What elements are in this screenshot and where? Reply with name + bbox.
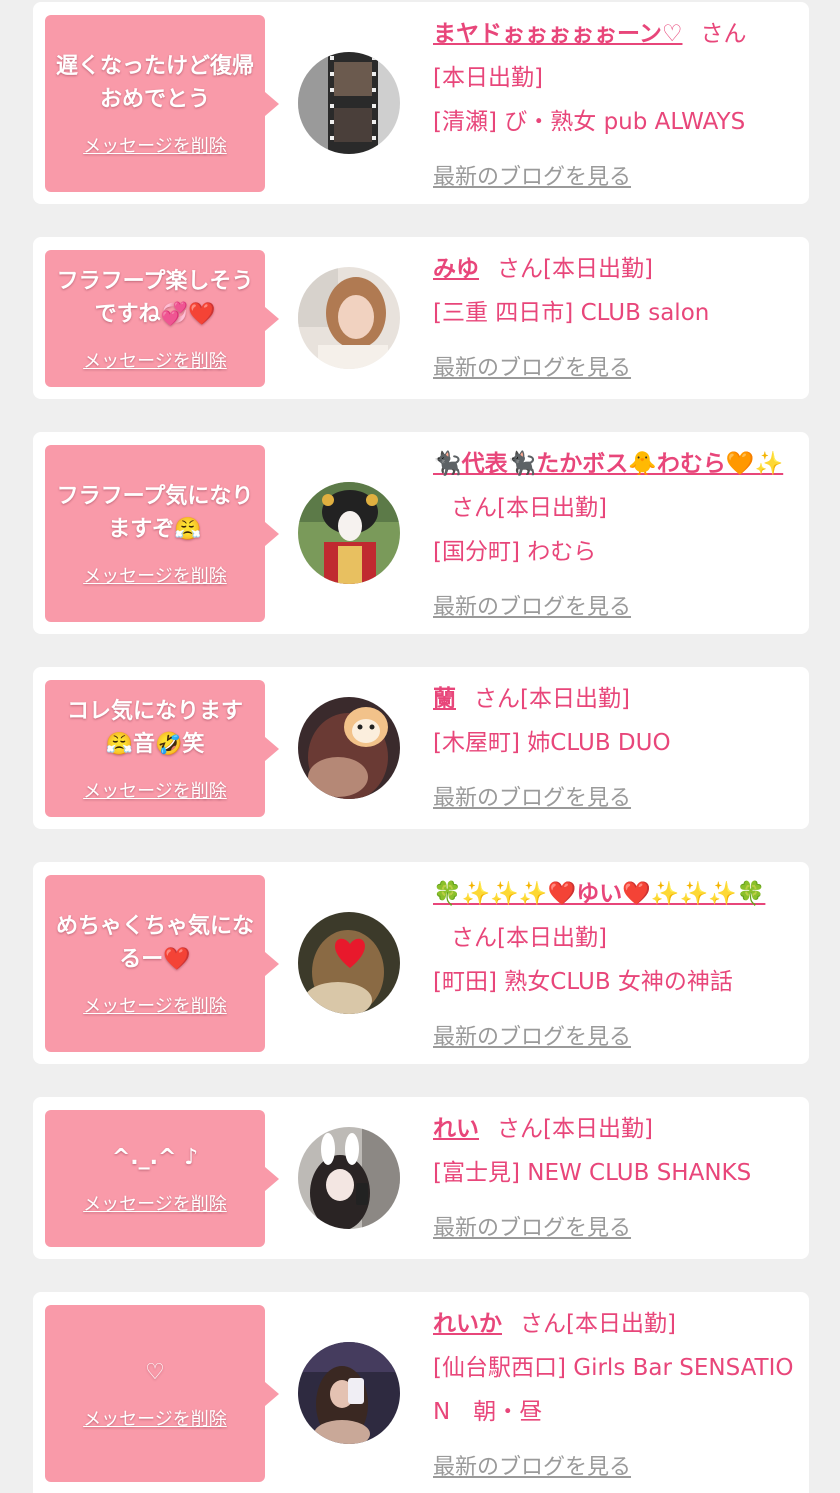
shop-text: [木屋町] 姉CLUB DUO [433,730,671,756]
avatar[interactable] [298,267,400,369]
message-card: 遅くなったけど復帰おめでとう メッセージを削除 まヤドぉぉぉぉぉーン♡ さん [… [33,2,809,204]
shop-text: [三重 四日市] CLUB salon [433,300,710,326]
cast-name-link[interactable]: 🐈‍⬛代表🐈‍⬛たかボス🐥わむら🧡✨ [433,451,783,477]
message-bubble: 遅くなったけど復帰おめでとう メッセージを削除 [45,15,279,192]
delete-message-link[interactable]: メッセージを削除 [83,1405,227,1431]
message-text: ^._.^ ♪ [111,1145,199,1170]
cast-info: みゆ さん[本日出勤] [三重 四日市] CLUB salon 最新のブログを見る [433,247,799,391]
cast-name-link[interactable]: まヤドぉぉぉぉぉーン♡ [433,21,682,47]
message-card: ^._.^ ♪ メッセージを削除 れい さん[本日出勤] [富士見] NEW CL… [33,1097,809,1259]
shop-text: [仙台駅西口] Girls Bar SENSATION 朝・昼 [433,1355,794,1425]
cast-info: 🐈‍⬛代表🐈‍⬛たかボス🐥わむら🧡✨ さん[本日出勤] [国分町] わむら 最新の… [433,442,799,630]
message-card: フラフープ気になりますぞ😤 メッセージを削除 🐈‍⬛代表🐈‍⬛たかボス🐥わむら🧡… [33,432,809,634]
message-text: フラフープ気になりますぞ😤 [56,483,254,542]
avatar[interactable] [298,482,400,584]
name-line: まヤドぉぉぉぉぉーン♡ さん [433,12,799,56]
delete-message-link[interactable]: メッセージを削除 [83,992,227,1018]
message-bubble: ^._.^ ♪ メッセージを削除 [45,1110,279,1247]
message-bubble: フラフープ楽しそうですね💞❤️ メッセージを削除 [45,250,279,387]
status-text: [本日出勤] [543,1116,653,1142]
cast-info: 🍀✨✨✨❤️ゆい❤️✨✨✨🍀 さん[本日出勤] [町田] 熟女CLUB 女神の神話… [433,872,799,1060]
status-text: [本日出勤] [566,1311,676,1337]
status-text: [本日出勤] [433,65,543,91]
avatar[interactable] [298,1342,400,1444]
name-line: 🐈‍⬛代表🐈‍⬛たかボス🐥わむら🧡✨ さん[本日出勤] [433,442,799,530]
status-text: [本日出勤] [520,686,630,712]
name-line: みゆ さん[本日出勤] [433,247,799,291]
avatar[interactable] [298,1127,400,1229]
name-line: れい さん[本日出勤] [433,1107,799,1151]
view-blog-link[interactable]: 最新のブログを見る [433,586,631,630]
name-line: 蘭さん[本日出勤] [433,677,799,721]
view-blog-link[interactable]: 最新のブログを見る [433,347,631,391]
message-card: めちゃくちゃ気になるー❤️ メッセージを削除 🍀✨✨✨❤️ゆい❤️✨✨✨🍀さん[… [33,862,809,1064]
shop-text: [国分町] わむら [433,539,597,565]
delete-message-link[interactable]: メッセージを削除 [83,562,227,588]
honorific: さん [497,1116,543,1142]
message-text: ♡ [145,1360,165,1385]
message-bubble: ♡ メッセージを削除 [45,1305,279,1482]
message-text: めちゃくちゃ気になるー❤️ [55,913,254,972]
cast-info: れい さん[本日出勤] [富士見] NEW CLUB SHANKS 最新のブログを… [433,1107,799,1251]
message-text: コレ気になります😤音🤣笑 [66,698,243,757]
shop-text: [富士見] NEW CLUB SHANKS [433,1160,752,1186]
view-blog-link[interactable]: 最新のブログを見る [433,156,631,200]
cast-name-link[interactable]: れい [433,1116,479,1142]
avatar[interactable] [298,697,400,799]
status-text: [本日出勤] [543,256,653,282]
shop-text: [町田] 熟女CLUB 女神の神話 [433,969,733,995]
view-blog-link[interactable]: 最新のブログを見る [433,1016,631,1060]
status-text: [本日出勤] [497,495,607,521]
message-list: 遅くなったけど復帰おめでとう メッセージを削除 まヤドぉぉぉぉぉーン♡ さん [… [0,0,840,1493]
view-blog-link[interactable]: 最新のブログを見る [433,1207,631,1251]
view-blog-link[interactable]: 最新のブログを見る [433,1446,631,1490]
delete-message-link[interactable]: メッセージを削除 [83,1190,227,1216]
delete-message-link[interactable]: メッセージを削除 [83,132,227,158]
message-card: ♡ メッセージを削除 れいか さん[本日出勤] [仙台駅西口] Girls Bar… [33,1292,809,1493]
message-card: コレ気になります😤音🤣笑 メッセージを削除 蘭さん[本日出勤] [木屋町] 姉C… [33,667,809,829]
cast-name-link[interactable]: 🍀✨✨✨❤️ゆい❤️✨✨✨🍀 [433,881,765,907]
honorific: さん [520,1311,566,1337]
cast-info: 蘭さん[本日出勤] [木屋町] 姉CLUB DUO 最新のブログを見る [433,677,799,821]
status-text: [本日出勤] [497,925,607,951]
avatar[interactable] [298,52,400,154]
avatar[interactable] [298,912,400,1014]
delete-message-link[interactable]: メッセージを削除 [83,777,227,803]
cast-name-link[interactable]: れいか [433,1311,502,1337]
message-bubble: フラフープ気になりますぞ😤 メッセージを削除 [45,445,279,622]
name-line: れいか さん[本日出勤] [433,1302,799,1346]
honorific: さん [497,256,543,282]
cast-info: れいか さん[本日出勤] [仙台駅西口] Girls Bar SENSATION … [433,1302,799,1490]
message-text: フラフープ楽しそうですね💞❤️ [56,268,254,327]
cast-info: まヤドぉぉぉぉぉーン♡ さん [本日出勤] [清瀬] び・熟女 pub ALWAY… [433,12,799,200]
message-text: 遅くなったけど復帰おめでとう [55,53,254,112]
honorific: さん [451,925,497,951]
name-line: 🍀✨✨✨❤️ゆい❤️✨✨✨🍀 さん[本日出勤] [433,872,799,960]
cast-name-link[interactable]: 蘭 [433,686,456,712]
message-card: フラフープ楽しそうですね💞❤️ メッセージを削除 みゆ さん[本日出勤] [三重 … [33,237,809,399]
shop-text: [清瀬] び・熟女 pub ALWAYS [433,109,746,135]
delete-message-link[interactable]: メッセージを削除 [83,347,227,373]
view-blog-link[interactable]: 最新のブログを見る [433,777,631,821]
message-bubble: コレ気になります😤音🤣笑 メッセージを削除 [45,680,279,817]
honorific: さん [474,686,520,712]
honorific: さん [700,21,747,47]
message-bubble: めちゃくちゃ気になるー❤️ メッセージを削除 [45,875,279,1052]
honorific: さん [451,495,497,521]
cast-name-link[interactable]: みゆ [433,256,479,282]
